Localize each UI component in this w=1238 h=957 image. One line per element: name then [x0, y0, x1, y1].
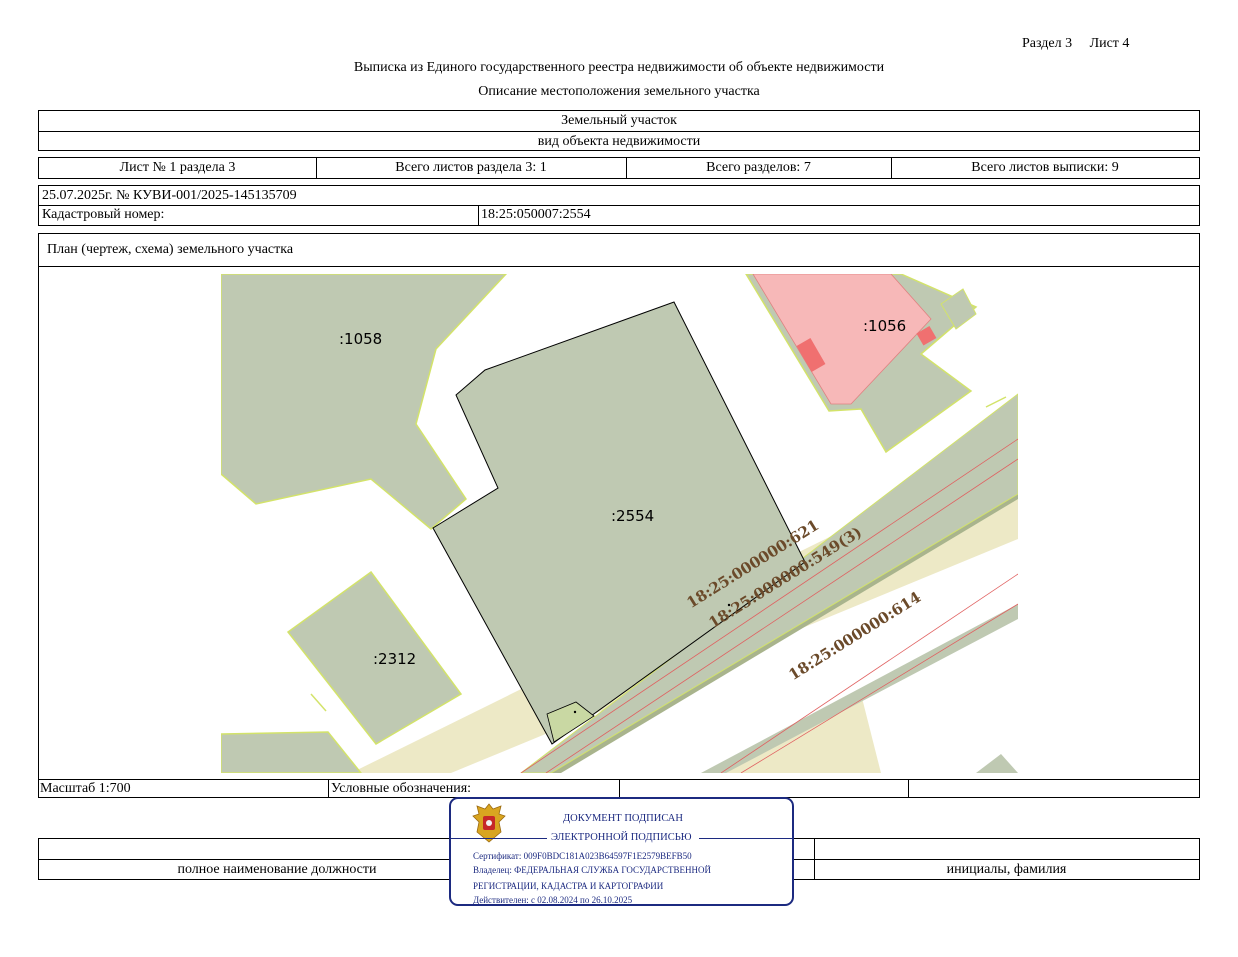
scale-label: Масштаб 1:700: [40, 781, 131, 796]
stamp-line-2: ЭЛЕКТРОННОЙ ПОДПИСЬЮ: [551, 832, 692, 843]
cadastral-number: 18:25:050007:2554: [481, 207, 591, 222]
sheet-info-row: Лист № 1 раздела 3 Всего листов раздела …: [38, 157, 1200, 179]
stamp-line-1: ДОКУМЕНТ ПОДПИСАН: [563, 813, 683, 824]
object-type-box: Земельный участок вид объекта недвижимос…: [38, 110, 1200, 151]
stamp-owner-2: РЕГИСТРАЦИИ, КАДАСТРА И КАРТОГРАФИИ: [473, 881, 664, 891]
plan-heading: План (чертеж, схема) земельного участка: [47, 242, 294, 257]
doc-ref-box: 25.07.2025г. № КУВИ-001/2025-145135709 К…: [38, 185, 1200, 226]
plan-heading-box: План (чертеж, схема) земельного участка: [38, 233, 1200, 267]
e-signature-stamp: ДОКУМЕНТ ПОДПИСАН ЭЛЕКТРОННОЙ ПОДПИСЬЮ С…: [449, 797, 794, 906]
legend-label: Условные обозначения:: [331, 781, 472, 796]
stamp-certificate: Сертификат: 009F0BDC181A023B64597F1E2579…: [473, 851, 692, 861]
page-header: Раздел 3 Лист 4: [1022, 36, 1143, 52]
position-caption: полное наименование должности: [177, 861, 377, 877]
total-sheets-extract: Всего листов выписки: 9: [971, 160, 1119, 175]
total-sections: Всего разделов: 7: [706, 160, 811, 175]
parcel-label-2312: :2312: [373, 650, 417, 668]
parcel-bottom-right: [976, 754, 1018, 773]
parcel-label-2554: :2554: [611, 507, 655, 525]
total-sheets-section: Всего листов раздела 3: 1: [395, 160, 547, 175]
name-caption: инициалы, фамилия: [946, 861, 1067, 877]
parcel-bottom: [221, 731, 362, 773]
sheet-number: Лист 4: [1089, 36, 1130, 51]
parcel-label-1058: :1058: [339, 330, 383, 348]
document-title: Выписка из Единого государственного реес…: [353, 60, 885, 75]
stamp-owner-1: Владелец: ФЕДЕРАЛЬНАЯ СЛУЖБА ГОСУДАРСТВЕ…: [473, 865, 712, 875]
document-subtitle: Описание местоположения земельного участ…: [478, 84, 760, 99]
object-name: Земельный участок: [561, 113, 677, 128]
cadastral-label: Кадастровый номер:: [42, 207, 165, 222]
sheet-of-section: Лист № 1 раздела 3: [119, 160, 236, 175]
doc-reference: 25.07.2025г. № КУВИ-001/2025-145135709: [42, 188, 297, 203]
object-caption: вид объекта недвижимости: [537, 133, 701, 149]
cadastral-map: :1058 :2554 :1056 :2312 18:25:000000:621…: [221, 274, 1018, 773]
section-number: Раздел 3: [1022, 36, 1073, 51]
scale-row: Масштаб 1:700 Условные обозначения:: [38, 779, 1200, 798]
parcel-label-1056: :1056: [863, 317, 907, 335]
stamp-validity: Действителен: с 02.08.2024 по 26.10.2025: [473, 895, 633, 905]
